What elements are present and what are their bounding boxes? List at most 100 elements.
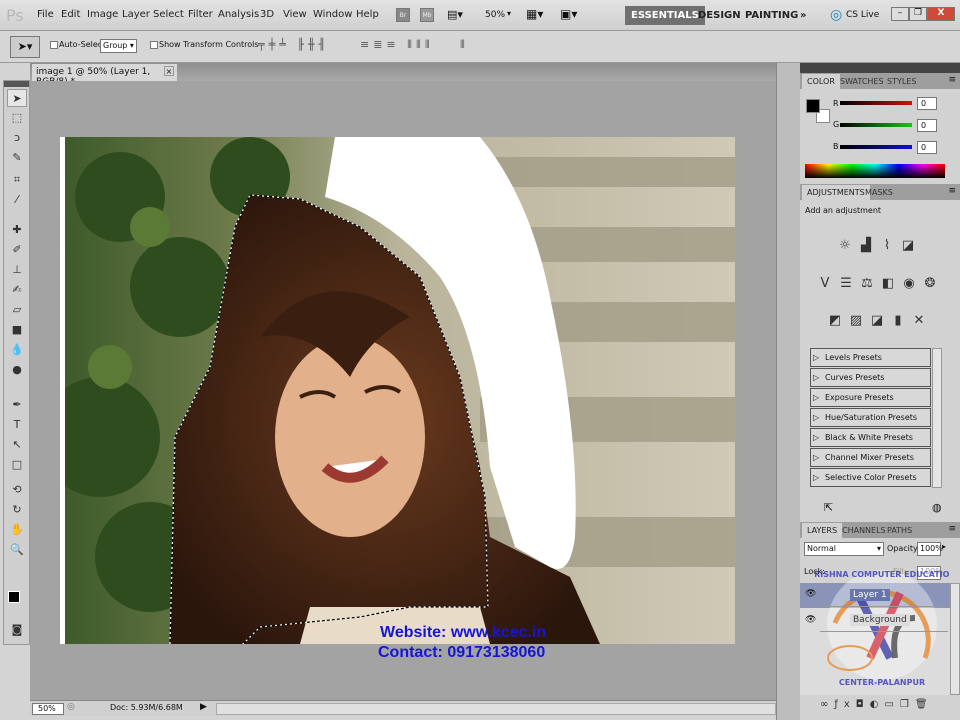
panel-menu-icon[interactable]: ≡ (948, 524, 956, 534)
quick-selection-tool-icon[interactable]: ✎ (7, 149, 27, 167)
align-buttons[interactable]: ╤╪╧ ╟╫╢ (258, 38, 329, 51)
preset-selective-color[interactable]: Selective Color Presets (810, 468, 931, 487)
panel-menu-icon[interactable]: ≡ (948, 186, 956, 196)
menu-analysis[interactable]: Analysis (218, 9, 259, 20)
restore-button[interactable]: ❐ (909, 7, 927, 21)
clip-to-layer-icon[interactable]: ◍ (932, 501, 942, 514)
selective-color-icon[interactable]: ✕ (910, 313, 928, 328)
curves-icon[interactable]: ⌇ (878, 238, 896, 253)
blend-mode-dropdown[interactable]: Normal ▾ (804, 542, 884, 556)
move-tool-icon[interactable]: ➤ (7, 89, 27, 107)
vibrance-icon[interactable]: V (816, 276, 834, 291)
green-slider[interactable] (840, 123, 912, 127)
menu-help[interactable]: Help (356, 9, 379, 20)
more-workspaces-button[interactable]: » (794, 6, 812, 25)
3d-rotate-tool-icon[interactable]: ⟲ (7, 481, 27, 499)
horizontal-scrollbar[interactable] (216, 703, 776, 715)
cs-live-button[interactable]: CS Live (846, 10, 879, 20)
menu-view[interactable]: View (283, 9, 307, 20)
new-layer-icon[interactable]: ❐ (900, 699, 915, 710)
tab-swatches[interactable]: SWATCHES (835, 74, 889, 89)
preset-exposure[interactable]: Exposure Presets (810, 388, 931, 407)
foreground-color-swatch[interactable] (8, 591, 20, 603)
path-selection-tool-icon[interactable]: ↖ (7, 436, 27, 454)
status-menu-icon[interactable]: ◎ (67, 702, 75, 712)
rectangle-tool-icon[interactable]: □ (7, 456, 27, 474)
layer-mask-icon[interactable]: ◘ (856, 699, 870, 710)
status-zoom-field[interactable]: 50% (32, 703, 64, 715)
invert-icon[interactable]: ◩ (826, 313, 844, 328)
document-image[interactable] (60, 137, 735, 644)
blur-tool-icon[interactable]: 💧 (7, 341, 27, 359)
marquee-tool-icon[interactable]: ⬚ (7, 109, 27, 127)
auto-select-checkbox[interactable] (50, 41, 58, 49)
posterize-icon[interactable]: ▨ (847, 313, 865, 328)
threshold-icon[interactable]: ◪ (868, 313, 886, 328)
tab-styles[interactable]: STYLES (882, 74, 921, 89)
panel-dock-header[interactable] (800, 63, 960, 73)
hue-saturation-icon[interactable]: ☰ (837, 276, 855, 291)
opacity-field[interactable]: 100% (917, 542, 943, 556)
gradient-tool-icon[interactable]: ■ (7, 321, 27, 339)
clone-stamp-tool-icon[interactable]: ⊥ (7, 261, 27, 279)
adjustment-layer-icon[interactable]: ◐ (870, 699, 885, 710)
menu-3d[interactable]: 3D (260, 9, 274, 20)
healing-brush-tool-icon[interactable]: ✚ (7, 221, 27, 239)
tab-masks[interactable]: MASKS (860, 185, 898, 200)
gradient-map-icon[interactable]: ▮ (889, 313, 907, 328)
delete-layer-icon[interactable]: 🗑 (915, 699, 934, 710)
pen-tool-icon[interactable]: ✒ (7, 396, 27, 414)
layer-row-layer-1[interactable]: Layer 1 (820, 583, 948, 607)
dodge-tool-icon[interactable]: ● (7, 361, 27, 379)
close-document-icon[interactable]: × (164, 66, 174, 76)
crop-tool-icon[interactable]: ⌗ (7, 171, 27, 189)
minimize-button[interactable]: – (891, 7, 909, 21)
canvas-area[interactable]: Website: www.kcec.in Contact: 0917313806… (30, 81, 776, 700)
link-layers-icon[interactable]: ∞ (820, 699, 834, 710)
lasso-tool-icon[interactable]: ↄ (7, 129, 27, 147)
layer-visibility-eye-icon[interactable]: 👁 (805, 589, 816, 599)
type-tool-icon[interactable]: T (7, 416, 27, 434)
red-value[interactable]: 0 (917, 97, 937, 110)
tools-panel-header[interactable] (4, 81, 29, 87)
menu-file[interactable]: File (37, 9, 54, 20)
color-balance-icon[interactable]: ⚖ (858, 276, 876, 291)
menu-filter[interactable]: Filter (188, 9, 213, 20)
zoom-level-dropdown[interactable]: 50% (485, 10, 505, 20)
bridge-button[interactable]: Br (396, 8, 410, 22)
levels-icon[interactable]: ▟ (857, 238, 875, 253)
auto-align-button[interactable]: ⦀ (460, 38, 465, 52)
close-button[interactable]: X (927, 7, 955, 21)
red-slider[interactable] (840, 101, 912, 105)
preset-black-white[interactable]: Black & White Presets (810, 428, 931, 447)
brush-tool-icon[interactable]: ✐ (7, 241, 27, 259)
tab-paths[interactable]: PATHS (882, 523, 917, 538)
preset-hue-saturation[interactable]: Hue/Saturation Presets (810, 408, 931, 427)
black-white-icon[interactable]: ◧ (879, 276, 897, 291)
move-tool-preset-picker[interactable]: ➤▾ (10, 36, 40, 58)
mini-bridge-button[interactable]: Mb (420, 8, 434, 22)
preset-levels[interactable]: Levels Presets (810, 348, 931, 367)
menu-image[interactable]: Image (87, 9, 118, 20)
foreground-color[interactable] (806, 99, 820, 113)
presets-scrollbar[interactable] (932, 348, 942, 488)
preset-channel-mixer[interactable]: Channel Mixer Presets (810, 448, 931, 467)
screen-mode-icon[interactable]: ▤▾ (447, 8, 467, 22)
screen-mode-button[interactable]: ▣▾ (560, 7, 577, 21)
exposure-icon[interactable]: ◪ (899, 238, 917, 253)
arrange-documents-icon[interactable]: ▦▾ (526, 7, 543, 21)
menu-layer[interactable]: Layer (122, 9, 150, 20)
quick-mask-icon[interactable]: ◙ (7, 621, 27, 639)
menu-select[interactable]: Select (153, 9, 184, 20)
fill-field[interactable]: 100% (917, 566, 943, 580)
status-arrow-button[interactable]: ▶ (200, 702, 207, 712)
layer-visibility-eye-icon[interactable]: 👁 (805, 615, 816, 625)
eraser-tool-icon[interactable]: ▱ (7, 301, 27, 319)
green-value[interactable]: 0 (917, 119, 937, 132)
auto-select-dropdown[interactable]: Group ▾ (100, 39, 137, 53)
eyedropper-tool-icon[interactable]: ⁄ (7, 191, 27, 209)
show-transform-controls-checkbox[interactable] (150, 41, 158, 49)
opacity-slider-arrow[interactable]: ▸ (942, 542, 946, 551)
layer-style-icon[interactable]: ƒx (834, 699, 855, 710)
channel-mixer-icon[interactable]: ❂ (921, 276, 939, 291)
